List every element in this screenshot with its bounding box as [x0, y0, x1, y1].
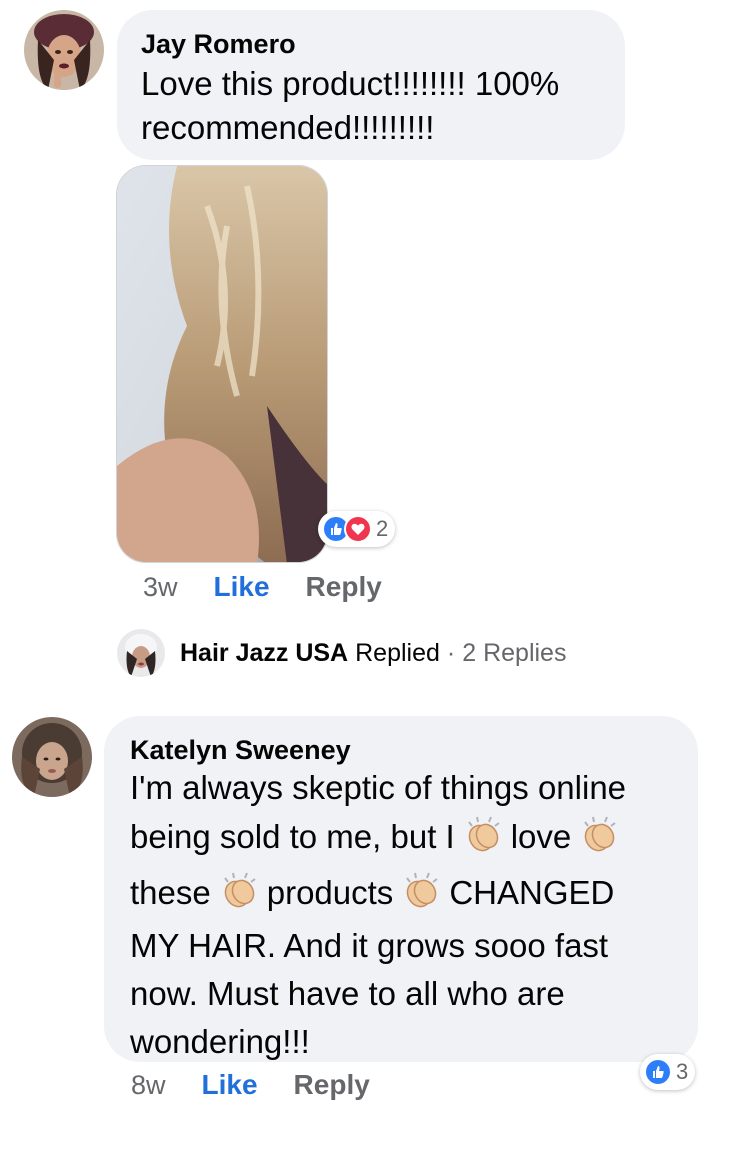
comment-timestamp[interactable]: 8w [131, 1070, 166, 1101]
comment-text-line: Love this product!!!!!!!! 100% [141, 65, 560, 102]
love-icon [344, 515, 372, 543]
comment-author[interactable]: Jay Romero [141, 28, 599, 60]
comment-timestamp[interactable]: 3w [143, 572, 178, 603]
view-replies-link[interactable]: Hair Jazz USA Replied · 2 Replies [117, 629, 566, 677]
reply-button[interactable]: Reply [294, 1069, 370, 1101]
avatar-image [12, 717, 92, 797]
clapping-hands-icon [577, 812, 621, 856]
like-button[interactable]: Like [202, 1069, 258, 1101]
clapping-hands-icon [217, 868, 261, 912]
comment-author[interactable]: Katelyn Sweeney [130, 734, 674, 766]
like-button[interactable]: Like [214, 571, 270, 603]
comment-text-line: I'm always skeptic of things online [130, 769, 627, 806]
comment-bubble: Jay Romero Love this product!!!!!!!! 100… [117, 10, 625, 160]
hair-photo-image [117, 166, 327, 562]
comment-text-line: MY HAIR. And it grows sooo fast [130, 927, 609, 964]
comment-actions: 8w Like Reply [131, 1069, 370, 1101]
comment-actions: 3w Like Reply [143, 571, 382, 603]
avatar-image [24, 10, 104, 90]
replied-label: Replied [355, 638, 440, 667]
clapping-hands-icon [399, 868, 443, 912]
comment-photo[interactable] [116, 165, 328, 563]
page-name[interactable]: Hair Jazz USA [180, 639, 348, 668]
comment-text-line: these products CHANGED [130, 868, 674, 922]
comment-text-line: now. Must have to all who are [130, 975, 565, 1012]
comment-bubble: Katelyn Sweeney I'm always skeptic of th… [104, 716, 698, 1062]
comment-text: I'm always skeptic of things online bein… [130, 764, 674, 1066]
comment-text-line: recommended!!!!!!!!! [141, 109, 435, 146]
comment-text-line: being sold to me, but Ilove [130, 812, 674, 866]
reaction-count: 3 [676, 1059, 689, 1084]
comment-text: Love this product!!!!!!!! 100% recommend… [141, 62, 599, 150]
clapping-hands-icon [461, 812, 505, 856]
like-icon [644, 1058, 672, 1086]
avatar-katelyn-sweeney[interactable] [12, 717, 92, 797]
reaction-summary[interactable]: 2 [318, 511, 396, 547]
replies-count[interactable]: 2 Replies [462, 639, 566, 668]
reaction-count: 2 [376, 516, 389, 541]
avatar-hair-jazz-usa [117, 629, 165, 677]
avatar-jay-romero[interactable] [24, 10, 104, 90]
separator-dot: · [446, 638, 456, 667]
reaction-summary[interactable]: 3 [640, 1054, 696, 1090]
reply-button[interactable]: Reply [306, 571, 382, 603]
avatar-image [117, 629, 165, 677]
comment-text-line: wondering!!! [130, 1023, 310, 1060]
